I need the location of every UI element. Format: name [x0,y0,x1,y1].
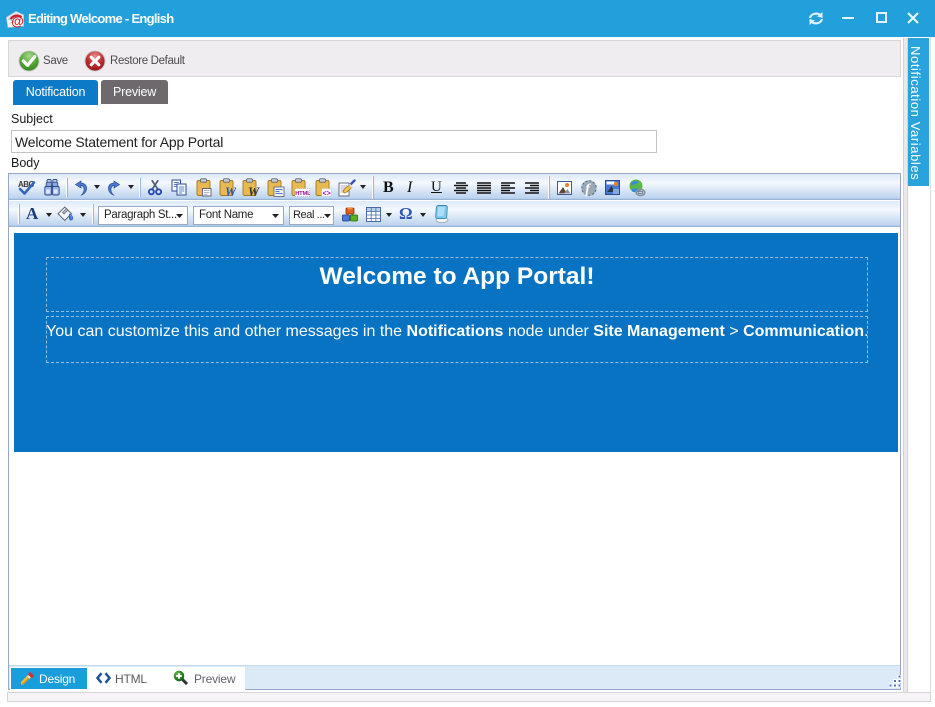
svg-text:@: @ [11,14,24,28]
svg-text:HTML: HTML [295,191,310,197]
svg-text:W: W [225,185,236,197]
svg-text:<>: <> [323,190,331,197]
svg-text:W: W [248,185,260,197]
